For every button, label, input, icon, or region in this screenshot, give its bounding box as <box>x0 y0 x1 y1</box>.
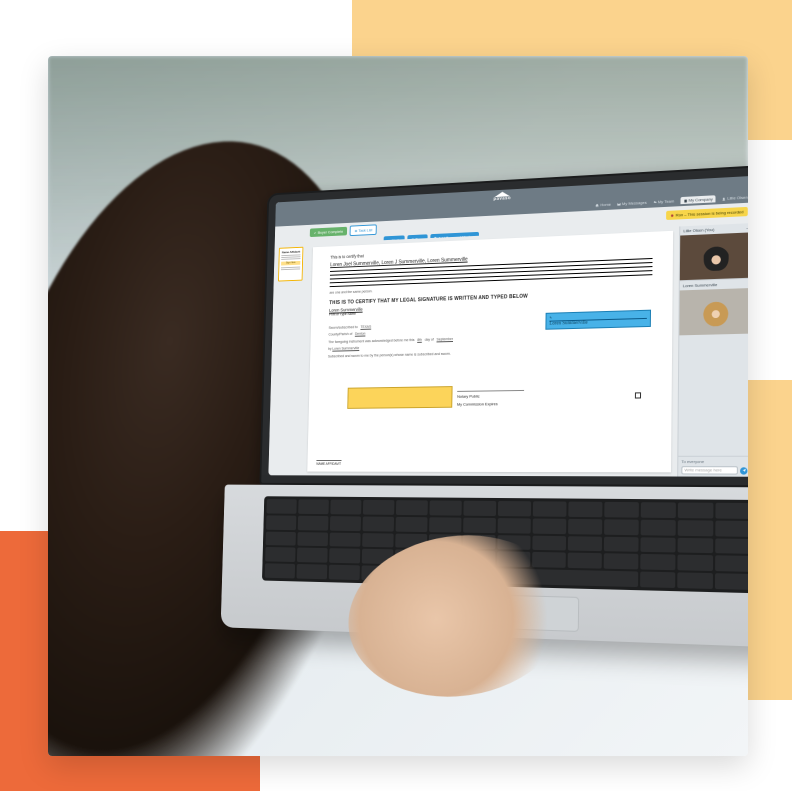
notary-stamp-field[interactable] <box>348 387 451 408</box>
doc-footer-left: NAME AFFIDAVIT <box>316 460 341 466</box>
doc-by-name: Loren Summerville <box>332 346 359 350</box>
doc-ack-prefix: The foregoing instrument was acknowledge… <box>328 338 414 344</box>
nav-label: My Company <box>689 196 713 202</box>
building-icon <box>683 198 687 202</box>
nav-label: My Messages <box>622 200 647 206</box>
doc-ack-month: September <box>437 337 454 341</box>
minimize-icon[interactable]: – <box>746 225 748 230</box>
nav-team[interactable]: My Team <box>653 197 675 205</box>
chat-placeholder: Write message here <box>684 467 721 472</box>
nav-messages[interactable]: My Messages <box>617 199 647 208</box>
chat-panel: To everyone Write message here <box>678 456 748 477</box>
video-tile-self[interactable] <box>680 232 748 280</box>
participant-name: Lillie Olsen (You) <box>683 227 714 233</box>
doc-checkbox[interactable] <box>635 392 641 398</box>
send-icon <box>742 468 746 472</box>
nav-label: Lillie Olsen <box>727 195 747 201</box>
list-icon <box>354 229 358 233</box>
user-icon <box>722 196 726 200</box>
page-thumbnail[interactable]: Name Affidavit Sign Here <box>278 247 303 282</box>
stamp-line2: My Commission Expires <box>457 401 524 407</box>
signature-callout[interactable]: ✎ Loren Summerville <box>546 311 650 329</box>
doc-intro: This is to certify that <box>330 253 363 259</box>
document-viewport[interactable]: This is to certify that Loren Joel Summe… <box>302 226 679 476</box>
stamp-side-text: Notary Public My Commission Expires <box>457 388 524 407</box>
check-icon <box>313 231 317 235</box>
banner-text: This session is being recorded <box>688 209 744 217</box>
video-tile-remote[interactable] <box>679 288 748 335</box>
avatar <box>703 242 728 272</box>
main-area: Name Affidavit Sign Here This is to cert… <box>268 223 748 477</box>
nav-label: My Team <box>658 198 674 204</box>
brand-name: pavaso <box>493 195 511 201</box>
thumb-sign-here: Sign Here <box>281 261 300 266</box>
photo-frame: pavaso Home My Messages My <box>48 56 748 756</box>
nav-home[interactable]: Home <box>595 201 611 209</box>
recording-banner: Ron – This session is being recorded <box>666 207 747 220</box>
banner-prefix: Ron <box>676 212 684 217</box>
nav-label: Home <box>600 202 611 208</box>
chat-to-label: To everyone <box>681 459 747 464</box>
btn-label: Buyer Complete <box>318 229 344 235</box>
app-screen: pavaso Home My Messages My <box>268 176 748 477</box>
btn-label: Task List <box>358 227 372 232</box>
avatar <box>703 297 728 327</box>
chat-input[interactable]: Write message here <box>681 466 738 474</box>
doc-ack-day: 8th <box>417 338 422 342</box>
doc-county-label: County/Parish of <box>328 332 352 336</box>
record-icon <box>671 213 675 217</box>
doc-sworn: Sworn/subscribed to <box>329 325 358 330</box>
nav-company[interactable]: My Company <box>680 195 716 204</box>
task-list-button[interactable]: Task List <box>349 224 377 236</box>
chat-send-button[interactable] <box>740 467 747 474</box>
participant-name: Loren Summerville <box>683 282 718 288</box>
nav-user[interactable]: Lillie Olsen <box>722 194 748 202</box>
document-page: This is to certify that Loren Joel Summe… <box>307 231 673 473</box>
mail-icon <box>617 202 621 206</box>
laptop-screen-bezel: pavaso Home My Messages My <box>259 165 748 487</box>
video-panel: Lillie Olsen (You) – Loren Summerville <box>677 223 748 477</box>
brand-logo: pavaso <box>487 191 518 204</box>
stamp-line1: Notary Public <box>457 393 524 399</box>
users-icon <box>653 200 657 204</box>
doc-state: TEXAS <box>360 325 371 329</box>
home-icon <box>595 203 599 207</box>
doc-county: Denton <box>355 332 366 336</box>
buyer-complete-button[interactable]: Buyer Complete <box>310 227 347 237</box>
doc-ack-month-prefix: day of <box>425 338 434 342</box>
